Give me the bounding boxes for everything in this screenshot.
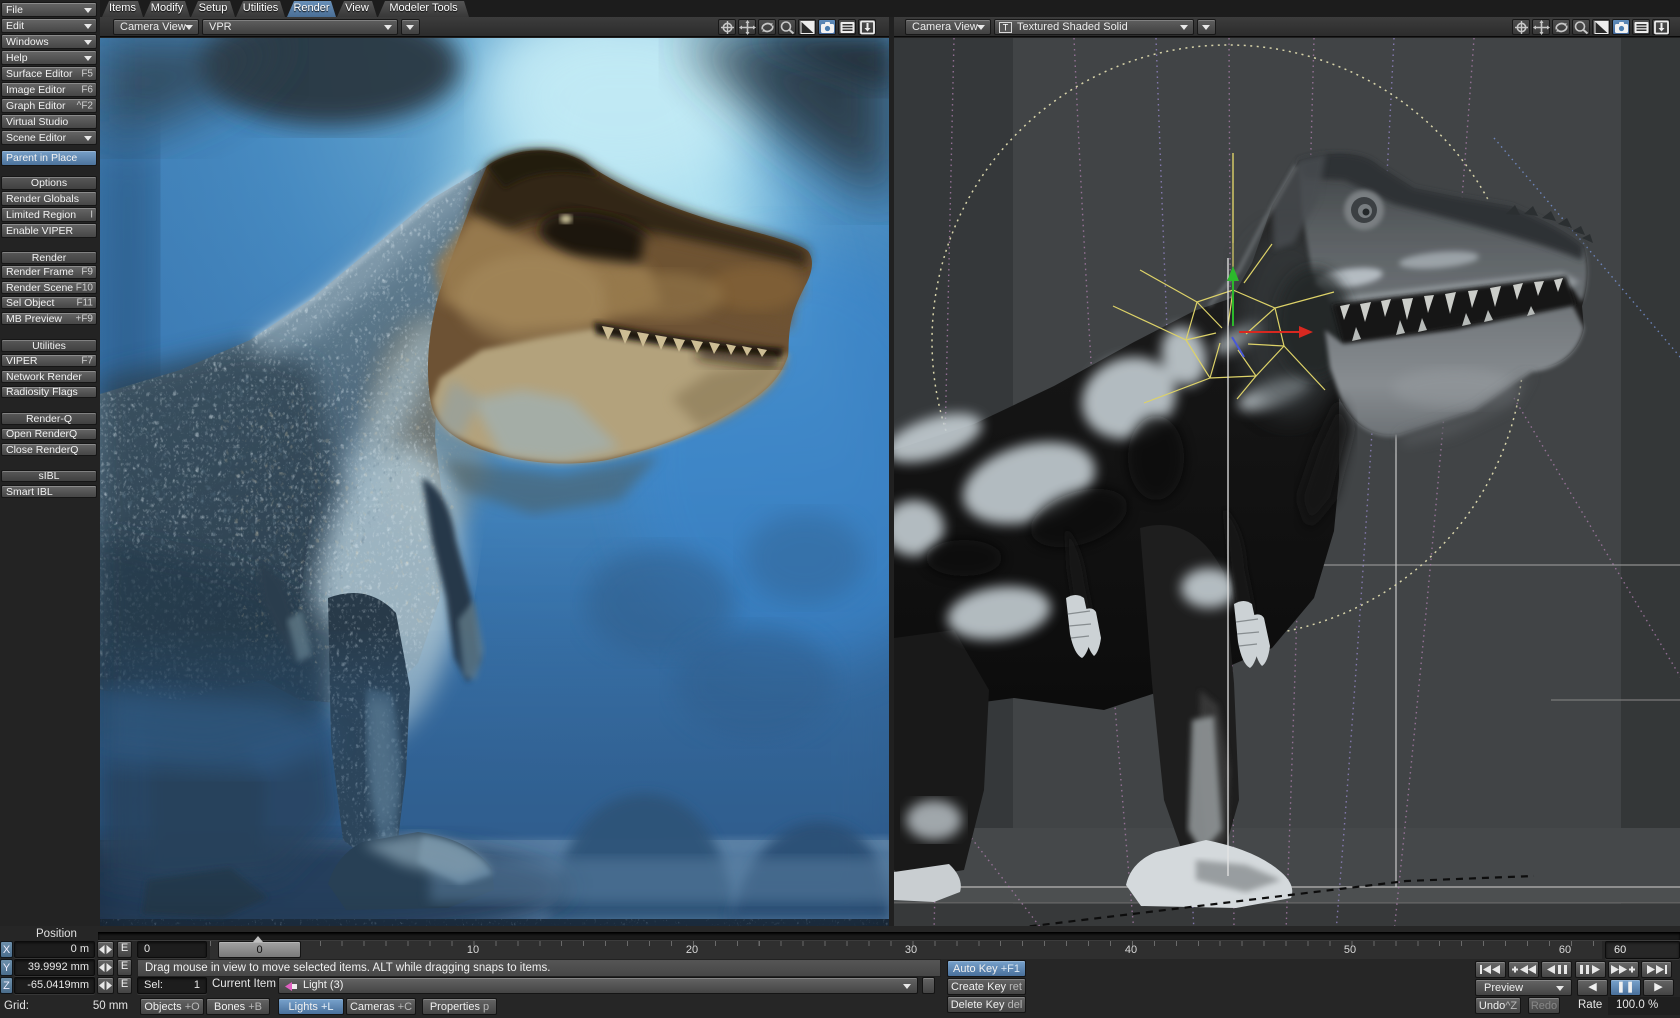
svg-text:T: T xyxy=(1003,23,1009,33)
